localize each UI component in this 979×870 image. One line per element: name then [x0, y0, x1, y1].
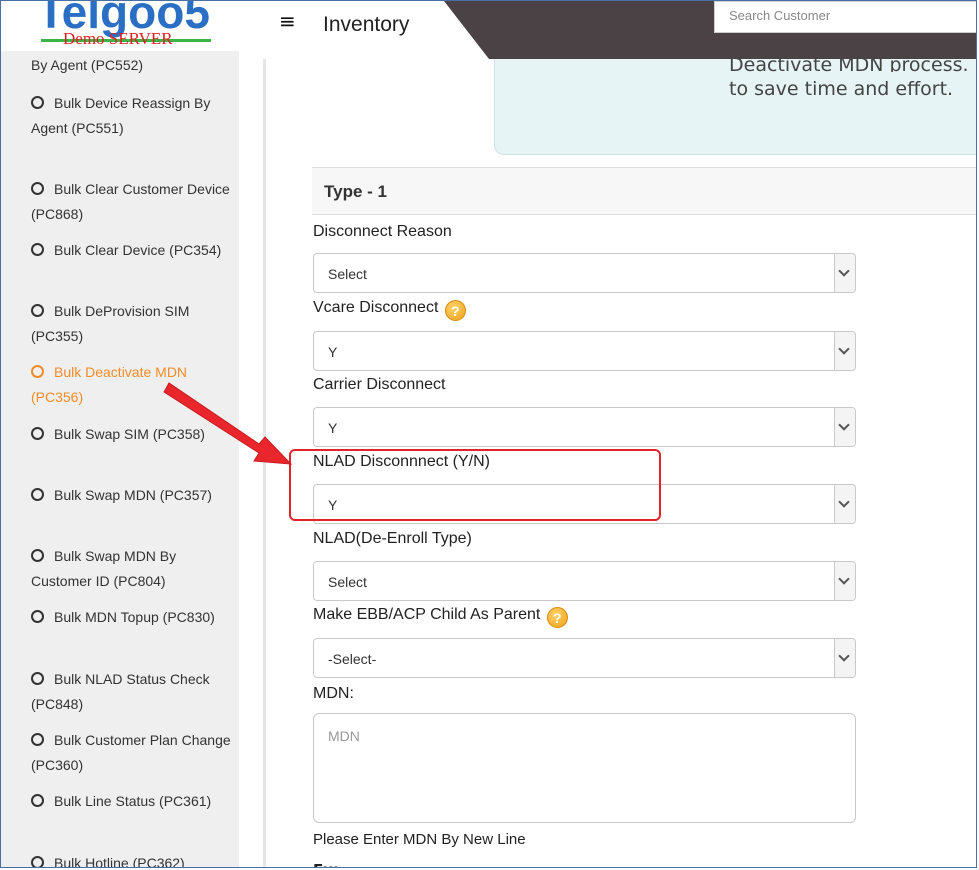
nlad-deenroll-select[interactable]: Select [313, 561, 856, 601]
chevron-down-icon [834, 332, 855, 370]
mdn-hint: Please Enter MDN By New Line [313, 831, 526, 848]
radio-bullet-icon [31, 304, 44, 317]
sidebar-item-label: Bulk Device Reassign By Agent (PC551) [31, 95, 211, 136]
vcare-disconnect-label: Vcare Disconnect ? [313, 299, 466, 321]
sidebar-item-label: Bulk Swap MDN By Customer ID (PC804) [31, 548, 177, 589]
radio-bullet-icon [31, 243, 44, 256]
logo-subtitle: Demo SERVER [63, 29, 173, 48]
sidebar-item-label: Bulk NLAD Status Check (PC848) [31, 671, 210, 712]
sidebar-item[interactable]: Bulk Swap SIM (PC358) [31, 422, 231, 447]
screenshot-frame: Telgoo5 Demo SERVER ≡ Inventory Search C… [0, 0, 977, 868]
carrier-disconnect-label: Carrier Disconnect [313, 376, 446, 393]
search-customer-input[interactable]: Search Customer [714, 1, 976, 33]
sidebar-item[interactable]: Bulk Clear Device (PC354) [31, 238, 231, 263]
help-icon[interactable]: ? [444, 300, 466, 321]
sidebar-item-label: Bulk Deactivate MDN (PC356) [31, 364, 188, 405]
sidebar-item-partial[interactable]: By Agent (PC552) [31, 53, 231, 78]
ebb-child-parent-label: Make EBB/ACP Child As Parent ? [313, 606, 568, 628]
ebb-child-parent-label-text: Make EBB/ACP Child As Parent [313, 606, 541, 623]
disconnect-reason-select[interactable]: Select [313, 253, 856, 293]
radio-bullet-icon [31, 488, 44, 501]
chevron-down-icon [834, 408, 855, 446]
sidebar-item[interactable]: Bulk NLAD Status Check (PC848) [31, 667, 231, 716]
info-line-1: Deactivate MDN process. [729, 59, 969, 72]
chevron-down-icon [834, 485, 855, 523]
select-value: -Select- [328, 651, 377, 667]
section-title: Type - 1 [324, 182, 387, 201]
sidebar-item[interactable]: Bulk Device Reassign By Agent (PC551) [31, 91, 231, 140]
page-title: Inventory [323, 13, 410, 36]
sidebar-item-label: Bulk Clear Customer Device (PC868) [31, 181, 230, 222]
select-value: Y [328, 420, 338, 436]
sidebar-item[interactable]: Bulk Customer Plan Change (PC360) [31, 728, 231, 777]
radio-bullet-icon [31, 672, 44, 685]
sidebar-item[interactable]: Bulk Hotline (PC362) [31, 851, 231, 868]
annotation-highlight-box [289, 449, 661, 521]
radio-bullet-icon [31, 733, 44, 746]
sidebar-item-label: Bulk MDN Topup (PC830) [54, 609, 215, 625]
nlad-deenroll-label: NLAD(De-Enroll Type) [313, 530, 472, 547]
info-line-2: to save time and effort. [729, 78, 954, 100]
radio-bullet-icon [31, 549, 44, 562]
hamburger-menu-icon[interactable]: ≡ [279, 11, 296, 31]
vcare-disconnect-label-text: Vcare Disconnect [313, 299, 439, 316]
sidebar-item-label: Bulk Swap SIM (PC358) [54, 426, 205, 442]
logo[interactable]: Telgoo5 Demo SERVER [1, 1, 239, 51]
sidebar: By Agent (PC552) Bulk Device Reassign By… [1, 51, 239, 868]
sidebar-item-label: Bulk Swap MDN (PC357) [54, 487, 212, 503]
sidebar-item-label: Bulk DeProvision SIM (PC355) [31, 303, 190, 344]
sidebar-item-label: Bulk Customer Plan Change (PC360) [31, 732, 231, 773]
sidebar-item[interactable]: Bulk Line Status (PC361) [31, 789, 231, 814]
chevron-down-icon [834, 562, 855, 600]
sidebar-item-label: Bulk Hotline (PC362) [54, 855, 185, 868]
radio-bullet-icon [31, 610, 44, 623]
content-gutter [239, 59, 265, 867]
gutter-divider [263, 59, 266, 867]
sidebar-item[interactable]: Bulk MDN Topup (PC830) [31, 605, 231, 630]
mdn-textarea[interactable] [313, 713, 856, 823]
sidebar-item[interactable]: Bulk Clear Customer Device (PC868) [31, 177, 231, 226]
sidebar-item[interactable]: Bulk DeProvision SIM (PC355) [31, 299, 231, 348]
help-icon[interactable]: ? [546, 607, 568, 628]
sidebar-item-label: Bulk Clear Device (PC354) [54, 242, 222, 258]
ebb-child-parent-select[interactable]: -Select- [313, 638, 856, 678]
select-value: Select [328, 574, 367, 590]
disconnect-reason-label: Disconnect Reason [313, 223, 452, 240]
select-value: Select [328, 266, 367, 282]
radio-bullet-icon [31, 794, 44, 807]
vcare-disconnect-select[interactable]: Y [313, 331, 856, 371]
carrier-disconnect-select[interactable]: Y [313, 407, 856, 447]
section-header: Type - 1 [312, 167, 976, 215]
radio-bullet-icon [31, 427, 44, 440]
select-value: Y [328, 344, 338, 360]
sidebar-item-label: By Agent (PC552) [31, 57, 144, 73]
sidebar-item[interactable]: Bulk Swap MDN (PC357) [31, 483, 231, 508]
mdn-example-label: Ex: [313, 859, 339, 867]
radio-bullet-icon [31, 182, 44, 195]
mdn-label: MDN: [313, 685, 354, 702]
radio-bullet-icon [31, 365, 44, 378]
sidebar-item[interactable]: Bulk Deactivate MDN (PC356) [31, 360, 231, 409]
radio-bullet-icon [31, 856, 44, 867]
chevron-down-icon [834, 639, 855, 677]
chevron-down-icon [834, 254, 855, 292]
info-box: Deactivate MDN process. to save time and… [494, 59, 976, 155]
sidebar-item-label: Bulk Line Status (PC361) [54, 793, 212, 809]
radio-bullet-icon [31, 96, 44, 109]
sidebar-item[interactable]: Bulk Swap MDN By Customer ID (PC804) [31, 544, 231, 593]
